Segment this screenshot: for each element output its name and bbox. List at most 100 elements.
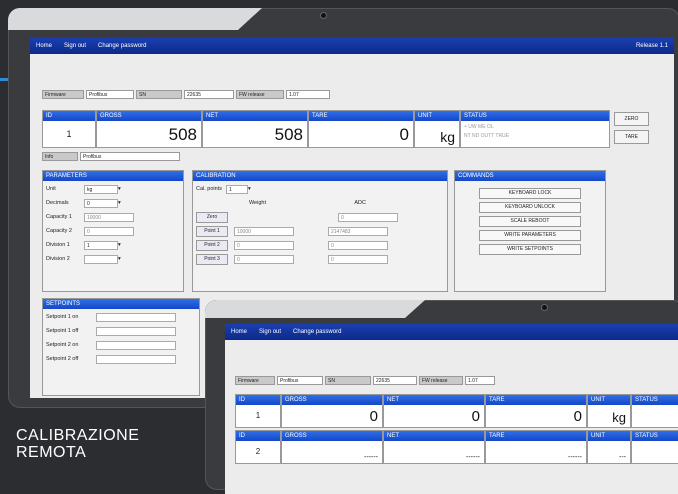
calibration-title: CALIBRATION [193,171,447,181]
sn-value: 22635 [373,376,417,385]
sn-label: SN [325,376,371,385]
tare-header: TARE [486,395,586,405]
decimals-select[interactable]: 0 [84,198,118,208]
point-3-weight-input[interactable]: 0 [234,254,294,264]
point-2-weight-input[interactable]: 0 [234,240,294,250]
status-header: STATUS [632,431,678,441]
id-value: 1 [255,411,261,420]
name-row: Info Profibus [42,152,180,161]
firmware-label: Firmware [235,376,275,385]
commands-title: COMMANDS [455,171,605,181]
unit-header: UNIT [415,111,459,121]
param-label: Capacity 2 [46,228,72,234]
gross-value: ------ [364,454,378,461]
tare-header: TARE [486,431,586,441]
unit-select[interactable]: kg [84,184,118,194]
nav-change-password[interactable]: Change password [98,43,146,49]
top-nav: Home Sign out Change password [225,324,678,340]
gross-value: 508 [168,125,197,144]
parameters-title: PARAMETERS [43,171,183,181]
point-3-button[interactable]: Point 3 [196,253,228,265]
status-header: STATUS [632,395,678,405]
setpoints-title: SETPOINTS [43,299,199,309]
division-1-select[interactable]: 1 [84,240,118,250]
tablet-bezel-tab [8,8,262,30]
fw-release-label: FW release [419,376,463,385]
unit-box: UNIT kg [587,394,631,428]
net-header: NET [203,111,307,121]
param-label: Capacity 1 [46,214,72,220]
unit-value: kg [440,129,455,145]
commands-panel: COMMANDS KEYBOARD LOCK KEYBOARD UNLOCK S… [454,170,606,292]
nav-change-password[interactable]: Change password [293,329,341,335]
id-header: ID [236,395,280,405]
gross-header: GROSS [282,431,382,441]
net-value: ------ [466,454,480,461]
parameters-panel: PARAMETERS Unit kg ▾ Decimals 0 ▾ Capacity 1… [42,170,184,292]
setpoint-2-on-input[interactable] [96,340,176,350]
capacity-2-input[interactable]: 0 [84,226,134,236]
net-box: NET 0 [383,394,485,428]
tare-value: 0 [573,408,582,425]
tare-button[interactable]: TARE [614,130,649,144]
nav-sign-out[interactable]: Sign out [64,43,86,49]
net-value: 0 [471,408,480,425]
tare-value: ------ [568,454,582,461]
id-box: ID 1 [42,110,96,148]
id-value: 1 [66,129,72,139]
cal-points-select[interactable]: 1 [226,184,248,194]
status-box: STATUS [631,430,678,464]
unit-header: UNIT [588,431,630,441]
nav-home[interactable]: Home [36,43,52,49]
net-box: NET ------ [383,430,485,464]
setpoint-1-on-input[interactable] [96,312,176,322]
calibration-panel: CALIBRATION Cal. points 1 ▾ Weight ADC Zero… [192,170,448,292]
name-value: Profibus [80,152,180,161]
point-2-adc-field: 0 [328,240,388,250]
setpoints-panel: SETPOINTS Setpoint 1 on Setpoint 1 off S… [42,298,200,396]
zero-cal-button[interactable]: Zero [196,211,228,223]
chevron-down-icon: ▾ [118,242,121,248]
gross-value: 0 [369,408,378,425]
unit-value: kg [612,410,626,425]
point-2-button[interactable]: Point 2 [196,239,228,251]
param-label: Division 2 [46,256,70,262]
status-box: STATUS + UW ME OL NT ND OUTT TRUE [460,110,610,148]
gross-header: GROSS [97,111,201,121]
param-label: Decimals [46,200,69,206]
gross-header: GROSS [282,395,382,405]
setpoint-label: Setpoint 2 off [46,356,79,362]
write-parameters-button[interactable]: WRITE PARAMETERS [479,230,581,241]
setpoint-label: Setpoint 2 on [46,342,79,348]
keyboard-unlock-button[interactable]: KEYBOARD UNLOCK [479,202,581,213]
camera-icon [320,12,327,19]
id-header: ID [236,431,280,441]
setpoint-1-off-input[interactable] [96,326,176,336]
nav-sign-out[interactable]: Sign out [259,329,281,335]
point-1-weight-input[interactable]: 10000 [234,226,294,236]
chevron-down-icon: ▾ [118,186,121,192]
capacity-1-input[interactable]: 10000 [84,212,134,222]
id-header: ID [43,111,95,121]
zero-adc-field: 0 [338,212,398,222]
point-1-button[interactable]: Point 1 [196,225,228,237]
caption-line-1: CALIBRAZIONE [16,427,140,444]
nav-home[interactable]: Home [231,329,247,335]
division-2-select[interactable] [84,254,118,264]
zero-button[interactable]: ZERO [614,112,649,126]
setpoint-label: Setpoint 1 off [46,328,79,334]
setpoint-2-off-input[interactable] [96,354,176,364]
unit-value: --- [619,454,626,461]
keyboard-lock-button[interactable]: KEYBOARD LOCK [479,188,581,199]
scale-reboot-button[interactable]: SCALE REBOOT [479,216,581,227]
chevron-down-icon: ▾ [118,200,121,206]
net-header: NET [384,395,484,405]
tare-value: 0 [399,125,409,144]
sn-value: 22635 [184,90,234,99]
firmware-label: Firmware [42,90,84,99]
chevron-down-icon: ▾ [248,186,251,192]
write-setpoints-button[interactable]: WRITE SETPOINTS [479,244,581,255]
status-box: STATUS [631,394,678,428]
firmware-value: Profibus [277,376,323,385]
id-box: ID 1 [235,394,281,428]
